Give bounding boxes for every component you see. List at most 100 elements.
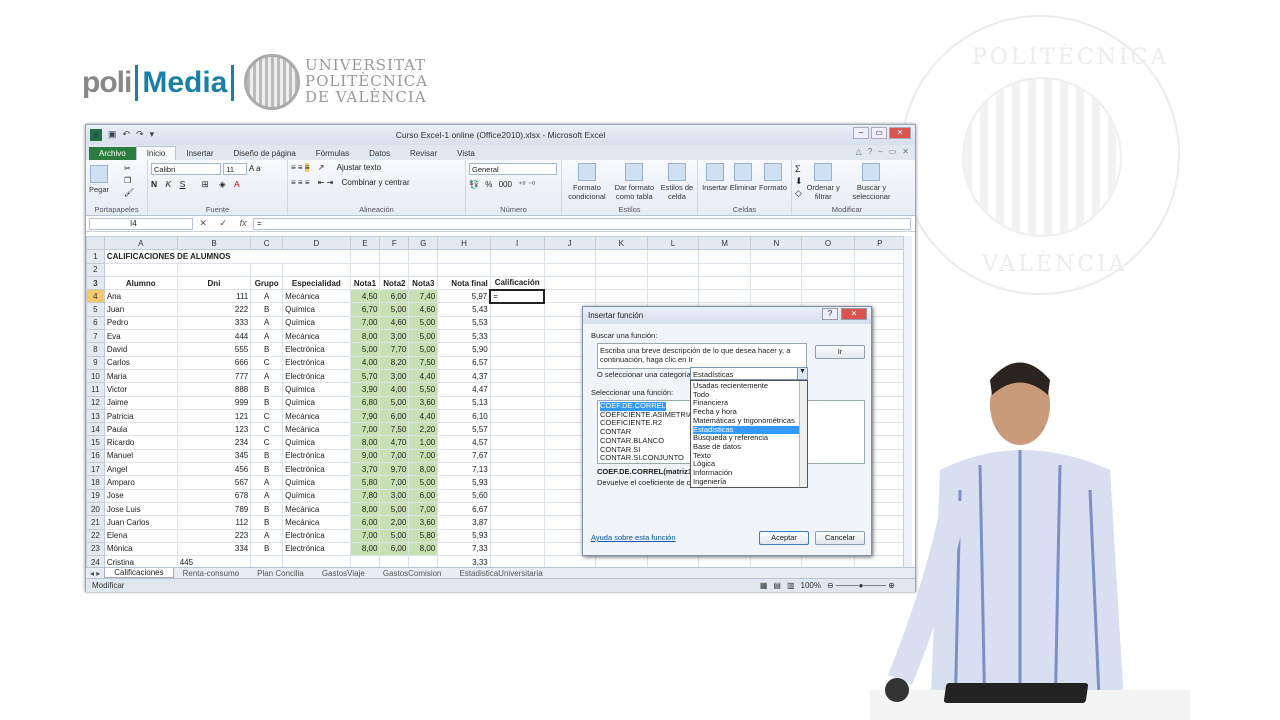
cell[interactable]: A	[250, 528, 284, 543]
cell[interactable]	[408, 555, 439, 567]
cell[interactable]: 5,80	[408, 528, 439, 543]
cell[interactable]: 789	[176, 501, 252, 517]
cell[interactable]: 3,00	[379, 488, 410, 503]
cell[interactable]	[543, 249, 596, 264]
fill-icon[interactable]: ⬇	[795, 175, 803, 187]
cut-icon[interactable]: ✂	[124, 164, 131, 173]
align-middle-icon[interactable]: ≡	[298, 163, 303, 172]
cell[interactable]: 7,00	[349, 315, 381, 331]
cell[interactable]	[408, 249, 439, 264]
cell[interactable]	[698, 289, 752, 304]
page-break-icon[interactable]: ▥	[787, 581, 795, 590]
number-format-select[interactable]: General	[469, 163, 557, 175]
cell[interactable]: 5,00	[379, 395, 410, 410]
cell[interactable]: 5,50	[408, 382, 439, 397]
cell[interactable]: 6,00	[379, 289, 410, 304]
cell[interactable]: 4,00	[379, 382, 410, 397]
cell[interactable]	[489, 515, 545, 530]
cell[interactable]	[489, 475, 545, 490]
cell[interactable]	[853, 275, 906, 291]
normal-view-icon[interactable]: ▦	[760, 581, 768, 590]
cell[interactable]: Mecánica	[282, 422, 351, 437]
cell[interactable]	[489, 302, 545, 317]
cell[interactable]	[437, 262, 491, 277]
cell[interactable]: 5,93	[437, 475, 491, 490]
cell[interactable]	[408, 262, 439, 277]
cell[interactable]	[379, 249, 410, 264]
row-header[interactable]: 6	[86, 315, 105, 331]
cell[interactable]	[750, 275, 803, 291]
select-all-corner[interactable]	[86, 236, 105, 251]
undo-icon[interactable]: ↶	[123, 129, 131, 141]
cell[interactable]: C	[250, 408, 284, 424]
column-title[interactable]: Grupo	[250, 275, 284, 291]
cell[interactable]: B	[250, 395, 284, 410]
cell[interactable]	[698, 275, 752, 291]
sheet-title[interactable]: CALIFICACIONES DE ALUMNOS	[103, 249, 351, 264]
row-header[interactable]: 10	[86, 368, 105, 384]
function-list-item[interactable]: CONTAR.SI	[600, 445, 640, 454]
cell[interactable]: 3,90	[349, 382, 381, 397]
cell[interactable]: 7,50	[379, 422, 410, 437]
row-header[interactable]: 16	[86, 448, 105, 464]
row-header[interactable]: 21	[86, 515, 105, 530]
cell[interactable]: Ana	[103, 289, 178, 304]
cell[interactable]: 9,70	[379, 462, 410, 477]
row-header[interactable]: 20	[86, 501, 105, 517]
cell[interactable]: 6,00	[349, 515, 381, 530]
cell[interactable]: 7,13	[437, 462, 491, 477]
cell[interactable]: Electrónica	[282, 448, 351, 464]
cell[interactable]	[489, 408, 545, 424]
column-header[interactable]: P	[853, 236, 906, 251]
align-bottom-icon[interactable]: ≡	[304, 163, 310, 172]
cell[interactable]	[489, 422, 545, 437]
wrap-text-button[interactable]: Ajustar texto	[337, 163, 381, 172]
cell[interactable]: 555	[176, 342, 252, 357]
sheet-tab-renta[interactable]: Renta-consumo	[174, 569, 248, 578]
cell[interactable]: 5,33	[437, 329, 491, 344]
cell[interactable]: 6,00	[379, 408, 410, 424]
tab-archivo[interactable]: Archivo	[89, 147, 136, 160]
cell[interactable]: A	[250, 475, 284, 490]
cell[interactable]	[489, 315, 545, 331]
cell[interactable]	[176, 262, 252, 277]
cell[interactable]: 4,60	[408, 302, 439, 317]
category-option[interactable]: Ingeniería	[693, 477, 805, 487]
cell[interactable]	[646, 262, 700, 277]
cell[interactable]: B	[250, 342, 284, 357]
cell[interactable]	[750, 262, 803, 277]
cell[interactable]	[489, 462, 545, 477]
cell[interactable]: 7,00	[349, 422, 381, 437]
sheet-tab-gastoscomision[interactable]: GastosComision	[374, 569, 451, 578]
align-right-icon[interactable]: ≡	[305, 178, 310, 187]
cell[interactable]: 3,00	[379, 368, 410, 384]
restore-button[interactable]: ▭	[871, 127, 887, 139]
column-header[interactable]: L	[646, 236, 700, 251]
column-title[interactable]: Calificación	[489, 275, 545, 291]
cell[interactable]	[646, 555, 700, 567]
cell[interactable]: 6,00	[379, 541, 410, 557]
cell[interactable]	[489, 501, 545, 517]
cell[interactable]	[489, 395, 545, 410]
cell[interactable]: 6,80	[349, 395, 381, 410]
excel-icon[interactable]: X	[90, 129, 102, 141]
cell[interactable]	[698, 249, 752, 264]
cell[interactable]	[489, 262, 545, 277]
cell[interactable]: 345	[176, 448, 252, 464]
row-header[interactable]: 5	[86, 302, 105, 317]
merge-center-button[interactable]: Combinar y centrar	[342, 178, 410, 187]
cell[interactable]: Amparo	[103, 475, 178, 490]
cell[interactable]: 666	[176, 355, 252, 370]
cell[interactable]: 7,00	[349, 528, 381, 543]
cell[interactable]: B	[250, 382, 284, 397]
clear-icon[interactable]: ◇	[795, 187, 803, 199]
cell[interactable]: 334	[176, 541, 252, 557]
cell[interactable]: Electrónica	[282, 462, 351, 477]
cell[interactable]: Mónica	[103, 541, 178, 557]
cell[interactable]: 8,00	[408, 462, 439, 477]
category-option[interactable]: Usadas recientemente	[693, 381, 805, 391]
column-header[interactable]: D	[282, 236, 351, 251]
function-list-item[interactable]: COEFICIENTE.R2	[600, 418, 662, 428]
help-icon[interactable]: ?	[868, 147, 872, 156]
cell[interactable]: 4,60	[379, 315, 410, 331]
